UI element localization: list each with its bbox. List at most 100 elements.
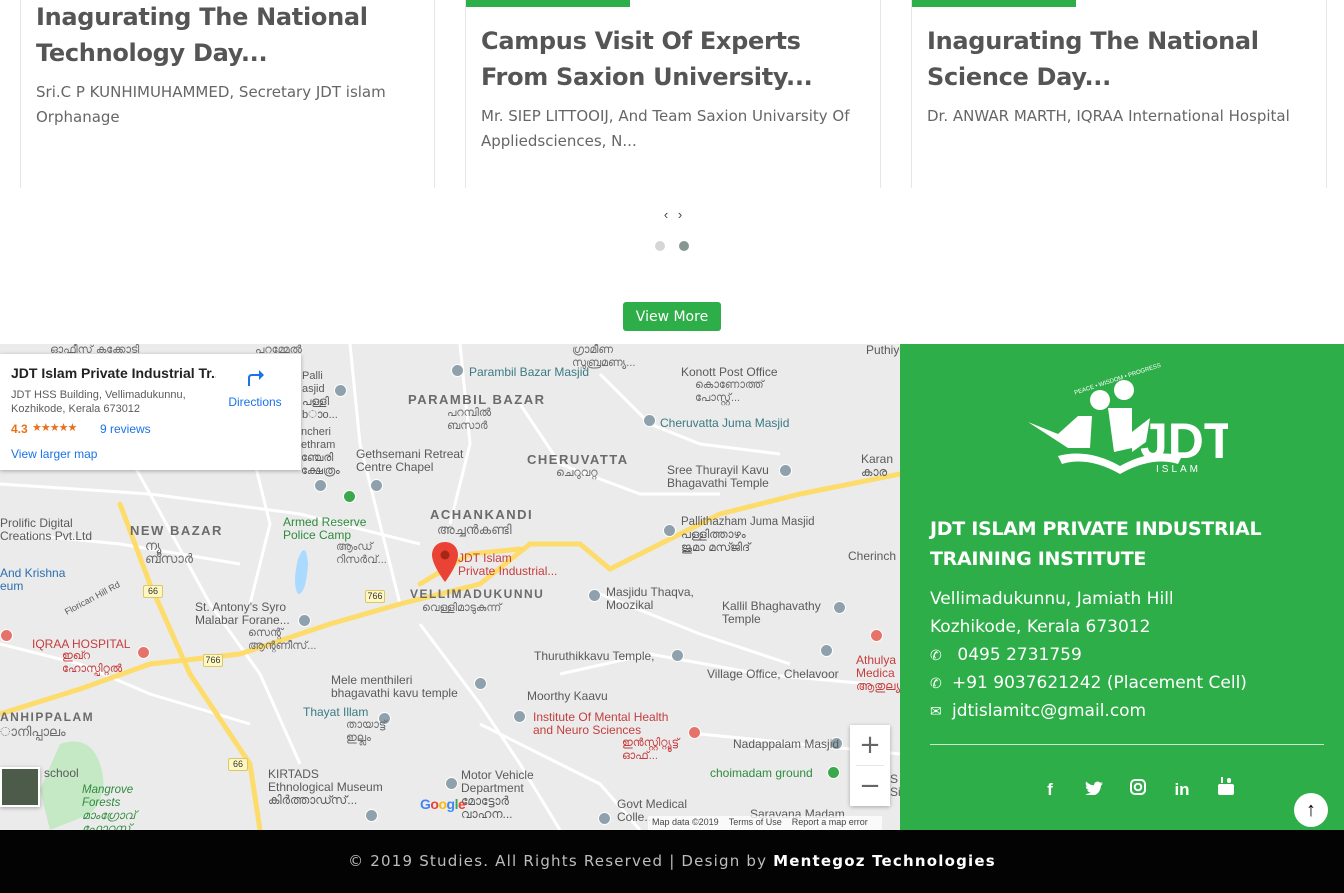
card-accent-bar [466, 0, 630, 7]
phone-number[interactable]: 0495 2731759 [952, 645, 1081, 665]
prev-arrow-icon[interactable]: ‹ [659, 207, 673, 222]
logo-subtext: ISLAM [1156, 464, 1201, 475]
map-label: Sree Thurayil Kavu Bhagavathi Temple [667, 463, 769, 490]
slider-nav: ‹ › [659, 207, 687, 222]
poi-pin-icon[interactable] [588, 589, 601, 602]
map-label: Motor Vehicle Department മോട്ടോർ വാഹന... [461, 768, 534, 821]
hospital-pin-icon[interactable] [688, 726, 701, 739]
email-address[interactable]: jdtislamitc@gmail.com [952, 701, 1146, 721]
slider-dot-active[interactable] [679, 241, 689, 251]
poi-pin-icon[interactable] [298, 614, 311, 627]
poi-pin-icon[interactable] [445, 777, 458, 790]
map-label: Mele menthileri bhagavathi kavu temple [331, 673, 458, 700]
poi-pin-icon[interactable] [314, 479, 327, 492]
poi-pin-icon[interactable] [451, 364, 464, 377]
area-label: ചെറുവറ്റ [556, 467, 598, 479]
poi-pin-icon[interactable] [643, 414, 656, 427]
satellite-toggle[interactable] [0, 767, 40, 807]
directions-button[interactable]: Directions [222, 366, 288, 409]
map-label: Karan കാര [861, 452, 894, 479]
poi-pin-icon[interactable] [343, 490, 356, 503]
map-label: Nadappalam Masjid [733, 737, 840, 751]
event-title[interactable]: Campus Visit Of Experts From Saxion Univ… [481, 23, 861, 95]
area-label: അച്ചൻകണ്ടി [437, 522, 512, 537]
map-label: And Krishna eum [0, 566, 66, 593]
envelope-icon: ✉ [930, 704, 942, 720]
map-attribution: Map data ©2019 Terms of Use Report a map e… [648, 816, 882, 830]
rating-stars-icon: ★★★★★ [32, 422, 77, 434]
area-label: ന്യൂ ബസാർ [145, 538, 193, 566]
area-label: ACHANKANDI [430, 507, 534, 522]
next-arrow-icon[interactable]: › [673, 207, 687, 222]
hospital-pin-icon[interactable] [137, 646, 150, 659]
map-label: Prolific Digital Creations Pvt.Ltd [0, 516, 93, 543]
view-more-button[interactable]: View More [623, 302, 721, 331]
poi-pin-icon[interactable] [833, 601, 846, 614]
map-label: Institute Of Mental Health and Neuro Sci… [533, 710, 669, 737]
event-card[interactable]: Inagurating The National Science Day... … [911, 0, 1327, 188]
location-pin-icon[interactable] [432, 542, 458, 582]
area-label: VELLIMADUKUNNU [410, 587, 545, 601]
business-label[interactable]: JDT Islam Private Industrial... [458, 552, 557, 578]
linkedin-icon[interactable]: in [1160, 780, 1204, 800]
map-label: Puthiyoth [866, 344, 900, 357]
map-label: Konott Post Office [681, 365, 778, 379]
map-label: Moorthy Kaavu [527, 689, 608, 703]
slider-dot[interactable] [655, 241, 665, 251]
youtube-icon[interactable] [1204, 777, 1248, 800]
map-label: Cheruvatta Juma Masjid [660, 416, 790, 430]
instagram-icon[interactable] [1116, 779, 1160, 800]
poi-pin-icon[interactable] [370, 479, 383, 492]
map-label: choimadam ground [710, 766, 813, 780]
poi-pin-icon[interactable] [779, 464, 792, 477]
event-card[interactable]: Campus Visit Of Experts From Saxion Univ… [465, 0, 881, 188]
poi-pin-icon[interactable] [827, 766, 840, 779]
zoom-out-button[interactable]: − [850, 766, 890, 806]
directions-icon [248, 370, 264, 386]
poi-pin-icon[interactable] [671, 649, 684, 662]
map-label: ncheri ethram ഞ്ചേരി ക്ഷേത്രം [301, 426, 340, 477]
poi-pin-icon[interactable] [820, 644, 833, 657]
poi-pin-icon[interactable] [365, 809, 378, 822]
facebook-icon[interactable]: f [1028, 780, 1072, 800]
event-title[interactable]: Inagurating The National Technology Day.… [36, 0, 416, 71]
poi-pin-icon[interactable] [598, 812, 611, 825]
poi-pin-icon[interactable] [474, 677, 487, 690]
map-label: S Si [890, 772, 900, 799]
phone-line[interactable]: ✆ 0495 2731759 [930, 641, 1082, 670]
event-description: Sri.C P KUNHIMUHAMMED, Secretary JDT isl… [36, 83, 386, 126]
zoom-in-button[interactable]: + [850, 725, 890, 765]
email-line[interactable]: ✉ jdtislamitc@gmail.com [930, 697, 1146, 726]
poi-pin-icon[interactable] [513, 710, 526, 723]
terms-link[interactable]: Terms of Use [729, 817, 782, 827]
area-label: പറമ്പിൽ ബസാർ [447, 407, 492, 432]
map-label: Masjidu Thaqva, Moozikal [606, 585, 694, 612]
map-label: KIRTADS Ethnological Museum കിർത്താഡ്സ്.… [268, 767, 383, 807]
card-accent-bar [912, 0, 1076, 7]
map-info-card: JDT Islam Private Industrial Tr... JDT H… [0, 354, 301, 470]
area-label: CHERUVATTA [527, 452, 629, 467]
phone-icon: ✆ [930, 648, 942, 664]
directions-label: Directions [228, 395, 282, 409]
phone-line[interactable]: ✆ +91 9037621242 (Placement Cell) [930, 669, 1247, 698]
scroll-to-top-button[interactable]: ↑ [1294, 793, 1328, 827]
event-title[interactable]: Inagurating The National Science Day... [927, 23, 1322, 95]
social-links: f in [1028, 777, 1248, 800]
poi-pin-icon[interactable] [663, 524, 676, 537]
placement-phone[interactable]: +91 9037621242 (Placement Cell) [952, 673, 1247, 693]
place-address: JDT HSS Building, Vellimadukunnu, Kozhik… [11, 389, 186, 415]
view-larger-map-link[interactable]: View larger map [11, 447, 97, 461]
road-number-badge: 766 [203, 654, 223, 667]
hospital-pin-icon[interactable] [870, 629, 883, 642]
address-line: Vellimadukunnu, Jamiath Hill [930, 589, 1174, 609]
hospital-pin-icon[interactable] [0, 629, 13, 642]
designer-link[interactable]: Mentegoz Technologies [773, 852, 996, 870]
report-error-link[interactable]: Report a map error [792, 817, 868, 827]
twitter-icon[interactable] [1072, 780, 1116, 800]
event-card[interactable]: Inagurating The National Technology Day.… [20, 0, 435, 188]
address-line: Kozhikode, Kerala 673012 [930, 617, 1151, 637]
area-label: PARAMBIL BAZAR [408, 392, 546, 407]
map-label: Pallithazham Juma Masjid പള്ളിത്താഴം ജുമ… [681, 516, 815, 554]
reviews-link[interactable]: 9 reviews [100, 422, 151, 436]
map-label: ആംഡ് റിസർവ്... [336, 541, 387, 566]
